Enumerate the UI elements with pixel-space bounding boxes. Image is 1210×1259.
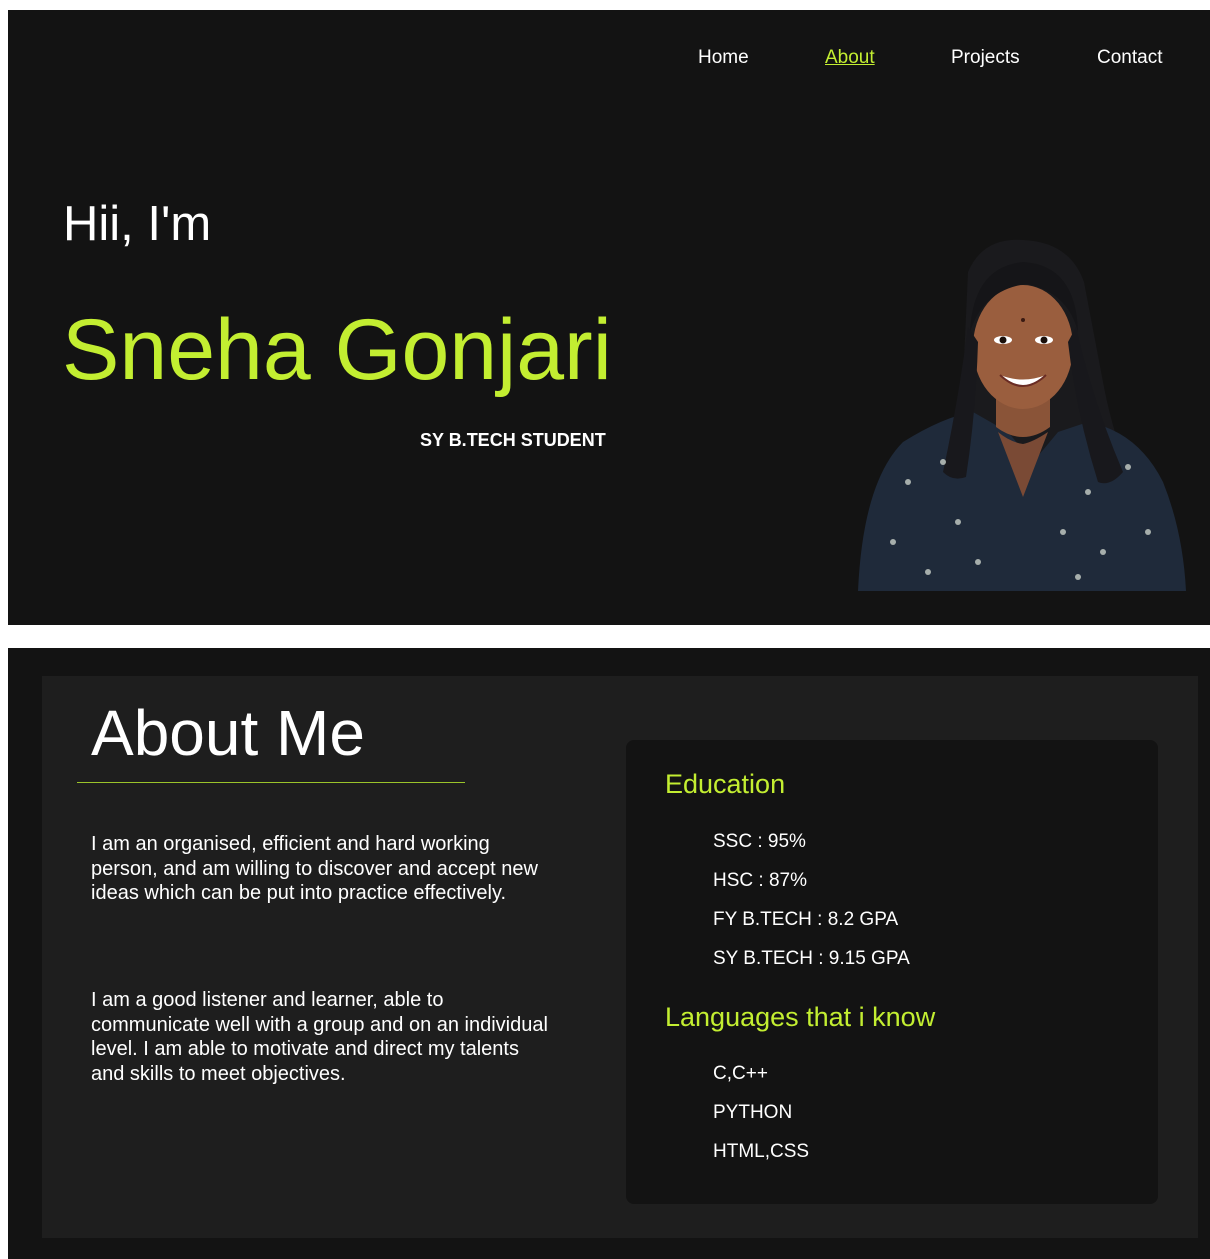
education-item: FY B.TECH : 8.2 GPA [713, 909, 899, 930]
nav-contact-link[interactable]: Contact [1097, 46, 1162, 70]
hero-section: Home About Projects Contact Hii, I'm Sne… [8, 10, 1210, 625]
about-section: About Me I am an organised, efficient an… [8, 648, 1210, 1259]
language-item: C,C++ [713, 1063, 768, 1084]
about-paragraph-1: I am an organised, efficient and hard wo… [91, 833, 538, 904]
about-divider [77, 782, 465, 783]
languages-heading: Languages that i know [665, 1002, 936, 1032]
nav-about-link[interactable]: About [825, 46, 875, 70]
education-item: SSC : 95% [713, 831, 806, 852]
language-item: HTML,CSS [713, 1141, 810, 1162]
info-card: Education SSC : 95% HSC : 87% FY B.TECH … [626, 740, 1158, 1204]
education-item: SY B.TECH : 9.15 GPA [713, 948, 910, 969]
languages-list: C,C++ PYTHON HTML,CSS [713, 1062, 809, 1179]
hero-role: SY B.TECH STUDENT [420, 430, 606, 450]
education-list: SSC : 95% HSC : 87% FY B.TECH : 8.2 GPA … [713, 830, 910, 986]
nav-projects-link[interactable]: Projects [951, 46, 1020, 70]
about-panel: About Me I am an organised, efficient an… [42, 676, 1198, 1238]
top-nav: Home About Projects Contact [8, 46, 1210, 86]
nav-home-link[interactable]: Home [698, 46, 749, 70]
about-paragraph-2: I am a good listener and learner, able t… [91, 989, 548, 1085]
language-item: PYTHON [713, 1102, 793, 1123]
education-item: HSC : 87% [713, 870, 807, 891]
education-heading: Education [665, 769, 786, 799]
hero-greeting: Hii, I'm [63, 197, 212, 251]
hero-name: Sneha Gonjari [62, 302, 612, 398]
portrait-image [858, 239, 1186, 591]
about-title: About Me [91, 697, 365, 769]
